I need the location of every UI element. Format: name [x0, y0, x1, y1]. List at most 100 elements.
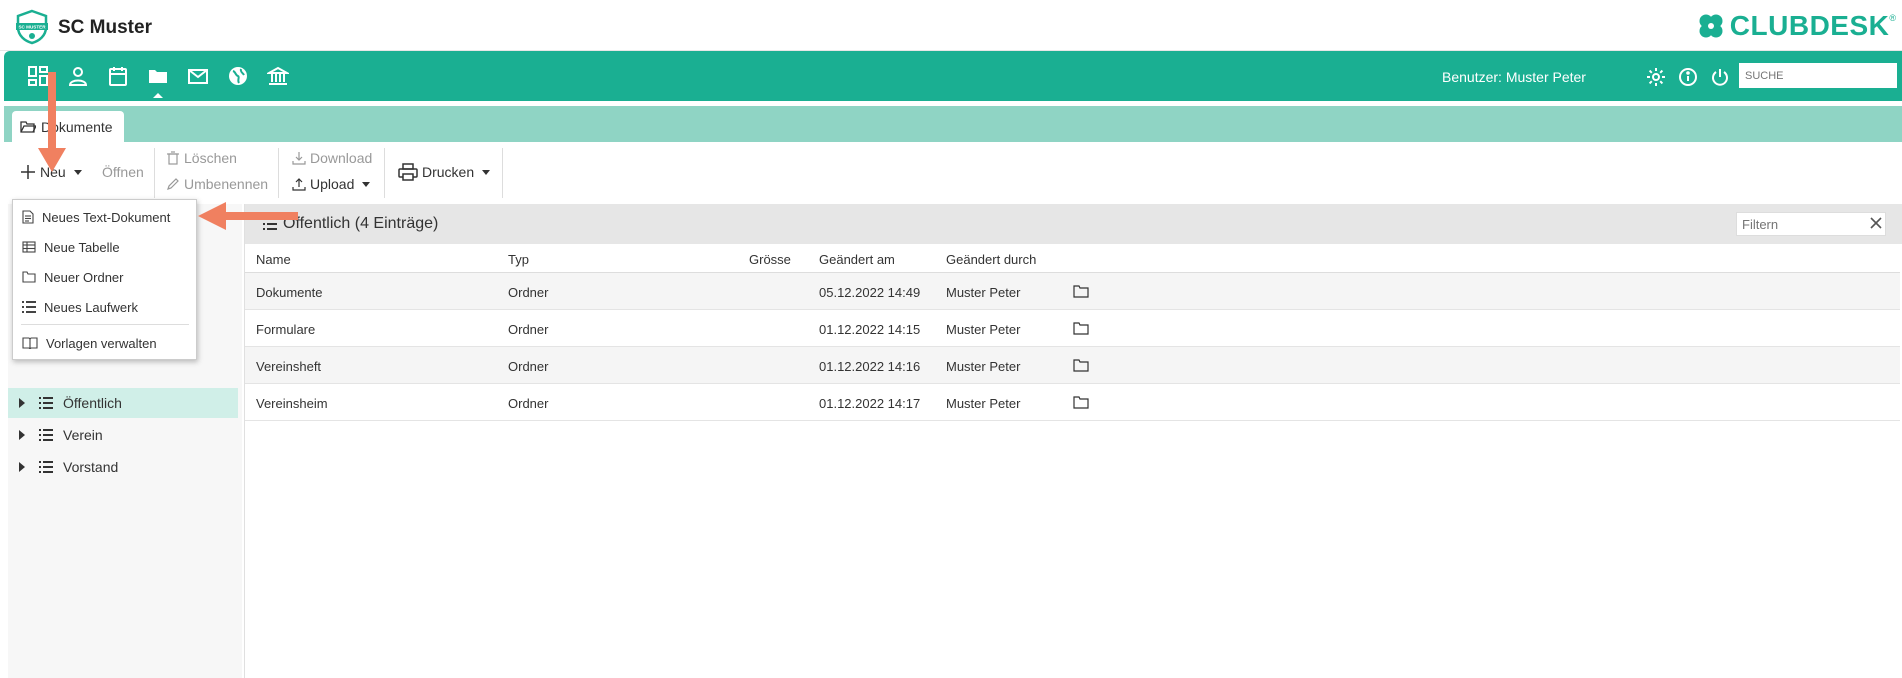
column-header-modified-by[interactable]: Geändert durch — [946, 252, 1036, 267]
menu-item-label: Neues Laufwerk — [44, 299, 138, 315]
tab-strip: Dokumente — [4, 106, 1902, 142]
list-title: Öffentlich (4 Einträge) — [283, 215, 439, 232]
toolbar-divider — [278, 148, 279, 198]
cell-modified: 01.12.2022 14:16 — [819, 359, 921, 374]
brand-name: CLUBDESK — [1729, 10, 1890, 41]
cell-modified-by: Muster Peter — [946, 359, 1021, 374]
drive-icon — [22, 301, 36, 313]
menu-item-label: Neuer Ordner — [44, 269, 124, 285]
top-bar: SC MUSTER SC Muster CLUBDESK ® — [0, 0, 1902, 51]
column-header-modified[interactable]: Geändert am — [819, 252, 895, 267]
expand-icon[interactable] — [19, 462, 25, 472]
menu-item-new-drive[interactable]: Neues Laufwerk — [13, 293, 196, 321]
dashboard-icon[interactable] — [18, 62, 58, 90]
cell-modified-by: Muster Peter — [946, 322, 1021, 337]
search-input[interactable] — [1739, 63, 1897, 88]
menu-item-label: Neues Text-Dokument — [42, 209, 171, 225]
document-icon — [22, 210, 34, 224]
menu-divider — [21, 324, 189, 325]
clover-icon — [1699, 14, 1723, 38]
folder-icon — [22, 271, 36, 283]
download-button[interactable]: Download — [292, 150, 372, 166]
filter-input[interactable] — [1736, 212, 1886, 236]
folder-icon[interactable] — [138, 62, 178, 98]
toolbar: Neu Öffnen Löschen Umbenennen Download U… — [0, 144, 1902, 204]
info-icon[interactable] — [1672, 63, 1704, 91]
delete-label: Löschen — [184, 150, 237, 166]
mail-icon[interactable] — [178, 62, 218, 90]
tree-item-oeffentlich[interactable]: Öffentlich — [8, 388, 238, 418]
power-icon[interactable] — [1704, 63, 1736, 91]
tree-item-label: Vorstand — [63, 459, 119, 475]
gear-icon[interactable] — [1640, 63, 1672, 91]
open-label: Öffnen — [102, 164, 144, 180]
expand-icon[interactable] — [19, 398, 25, 408]
drive-icon — [39, 429, 53, 441]
column-header-name[interactable]: Name — [256, 252, 291, 267]
folder-icon[interactable] — [1073, 396, 1089, 409]
toolbar-divider — [384, 148, 385, 198]
menu-item-new-text-document[interactable]: Neues Text-Dokument — [13, 203, 196, 231]
new-button[interactable]: Neu — [20, 164, 82, 180]
printer-icon — [398, 163, 418, 181]
folder-icon[interactable] — [1073, 322, 1089, 335]
menu-item-manage-templates[interactable]: Vorlagen verwalten — [13, 329, 196, 357]
column-header-size[interactable]: Grösse — [749, 252, 791, 267]
table-row[interactable]: Vereinsheim Ordner 01.12.2022 14:17 Must… — [245, 384, 1900, 421]
tab-label: Dokumente — [41, 118, 113, 135]
logo-text: SC MUSTER — [18, 25, 46, 30]
chevron-down-icon — [362, 181, 371, 187]
cell-name: Formulare — [256, 322, 316, 337]
table-row[interactable]: Vereinsheft Ordner 01.12.2022 14:16 Must… — [245, 347, 1900, 384]
upload-label: Upload — [310, 176, 355, 192]
nav-right-icons — [1640, 63, 1736, 91]
column-header-type[interactable]: Typ — [508, 252, 529, 267]
cell-type: Ordner — [508, 396, 549, 411]
menu-item-new-folder[interactable]: Neuer Ordner — [13, 263, 196, 291]
club-name: SC Muster — [58, 17, 152, 38]
print-label: Drucken — [422, 164, 475, 180]
nav-icons — [18, 62, 298, 98]
plus-icon — [21, 165, 35, 179]
cell-name: Vereinsheft — [256, 359, 322, 374]
tab-dokumente[interactable]: Dokumente — [12, 111, 124, 142]
user-label: Benutzer: Muster Peter — [1442, 69, 1586, 85]
bank-icon[interactable] — [258, 62, 298, 90]
folder-icon[interactable] — [1073, 285, 1089, 298]
delete-button[interactable]: Löschen — [166, 150, 237, 166]
drive-icon — [39, 397, 53, 409]
upload-button[interactable]: Upload — [292, 176, 371, 192]
expand-icon[interactable] — [19, 430, 25, 440]
globe-icon[interactable] — [218, 62, 258, 90]
tree-item-vorstand[interactable]: Vorstand — [8, 452, 238, 482]
tree-item-verein[interactable]: Verein — [8, 420, 238, 450]
table-row[interactable]: Formulare Ordner 01.12.2022 14:15 Muster… — [245, 310, 1900, 347]
new-label: Neu — [40, 164, 66, 180]
cell-modified: 05.12.2022 14:49 — [819, 285, 921, 300]
clubdesk-brand: CLUBDESK ® — [1696, 10, 1896, 42]
main-nav: Benutzer: Muster Peter — [4, 51, 1902, 101]
chevron-down-icon — [73, 169, 82, 175]
list-header: Öffentlich (4 Einträge) — [245, 204, 1902, 244]
cell-type: Ordner — [508, 285, 549, 300]
toolbar-divider — [502, 148, 503, 198]
person-icon[interactable] — [58, 62, 98, 90]
menu-item-label: Vorlagen verwalten — [46, 335, 157, 351]
open-button[interactable]: Öffnen — [102, 164, 144, 180]
cell-modified-by: Muster Peter — [946, 285, 1021, 300]
calendar-icon[interactable] — [98, 62, 138, 90]
rename-button[interactable]: Umbenennen — [166, 176, 268, 192]
table-row[interactable]: Dokumente Ordner 05.12.2022 14:49 Muster… — [245, 273, 1900, 310]
close-icon[interactable] — [1870, 217, 1882, 229]
rename-label: Umbenennen — [184, 176, 269, 192]
table-icon — [22, 241, 36, 253]
download-icon — [292, 152, 306, 165]
print-button[interactable]: Drucken — [398, 163, 491, 181]
tree-item-label: Öffentlich — [63, 395, 122, 411]
menu-item-new-table[interactable]: Neue Tabelle — [13, 233, 196, 261]
download-label: Download — [310, 150, 373, 166]
club-logo: SC MUSTER — [16, 9, 48, 45]
folder-icon[interactable] — [1073, 359, 1089, 372]
folder-open-icon — [20, 120, 36, 133]
cell-modified-by: Muster Peter — [946, 396, 1021, 411]
